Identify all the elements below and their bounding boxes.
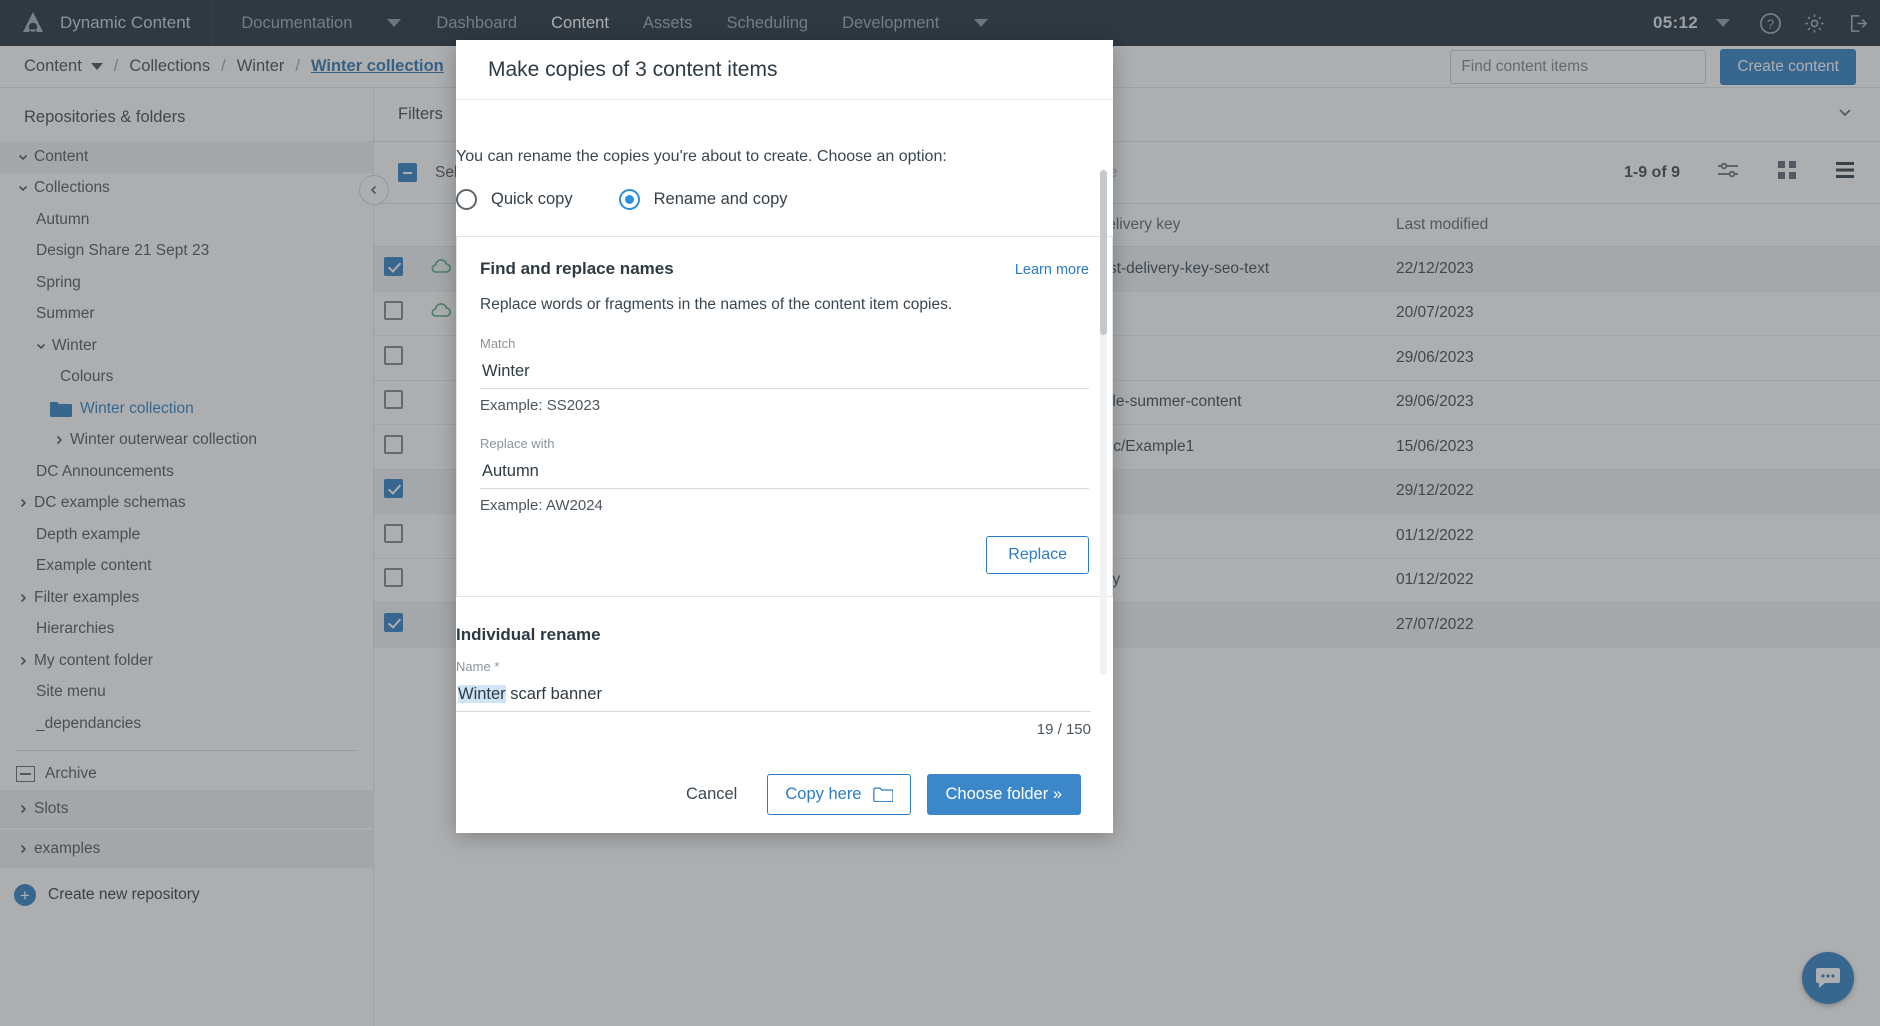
name-label-text-2: Name [456,752,491,755]
choose-folder-button[interactable]: Choose folder » [926,773,1081,815]
match-input[interactable]: Winter [480,358,1089,389]
name-label-text-1: Name [456,659,491,674]
make-copies-dialog: Make copies of 3 content items You can r… [456,40,1113,833]
match-help-text: Example: SS2023 [480,397,601,414]
copy-here-button[interactable]: Copy here [767,773,911,815]
match-field-group: Match Winter Example: SS2023 [480,336,1089,414]
learn-more-link[interactable]: Learn more [1015,262,1089,278]
find-replace-description: Replace words or fragments in the names … [480,296,953,313]
replace-button[interactable]: Replace [986,536,1089,574]
name-input-1[interactable]: Winter scarf banner [456,681,1091,712]
find-replace-title: Find and replace names [480,259,674,278]
dialog-scroll-region: You can rename the copies you're about t… [456,100,1113,755]
name-highlighted-part-1: Winter [458,685,506,703]
replace-with-label: Replace with [480,436,555,451]
radio-rename-and-copy-label[interactable]: Rename and copy [654,190,788,209]
char-counter-1: 19 / 150 [1036,721,1091,738]
required-marker-2: * [494,752,499,755]
individual-rename-list: Name * Winter scarf banner 19 / 150 Name… [456,659,1113,755]
app-root: Dynamic Content Documentation Dashboard … [0,0,1880,1026]
name-label-2: Name * [456,752,1091,755]
individual-name-field-1: Name * Winter scarf banner 19 / 150 [456,659,1091,738]
radio-rename-and-copy[interactable] [618,189,640,210]
radio-quick-copy[interactable] [456,189,477,210]
dialog-scrollbar-track[interactable] [1100,170,1107,675]
name-label-1: Name * [456,659,1091,674]
replace-field-group: Replace with Autumn Example: AW2024 [480,436,1089,514]
match-label: Match [480,336,516,351]
dialog-intro-text: You can rename the copies you're about t… [456,148,947,165]
dialog-scrollbar-thumb[interactable] [1100,170,1107,335]
individual-rename-title: Individual rename [456,625,601,644]
find-and-replace-panel: Find and replace names Learn more Replac… [456,236,1113,597]
radio-quick-copy-label[interactable]: Quick copy [491,190,573,209]
copy-here-label: Copy here [785,784,862,803]
dialog-header: Make copies of 3 content items [456,40,1113,100]
dialog-footer: Cancel Copy here Choose folder » [456,755,1113,833]
replace-with-input[interactable]: Autumn [480,458,1089,489]
replace-with-help-text: Example: AW2024 [480,497,603,514]
panel-header: Find and replace names Learn more [480,259,1089,279]
individual-name-field-2: Name * Winter hat banner 17 / 150 [456,752,1091,755]
folder-icon [872,787,893,802]
required-marker-1: * [494,659,500,674]
name-rest-part-1: scarf banner [505,685,602,703]
dialog-body: You can rename the copies you're about t… [456,100,1113,755]
dialog-title: Make copies of 3 content items [488,57,778,81]
cancel-button[interactable]: Cancel [672,775,751,814]
replace-button-row: Replace [480,536,1089,574]
copy-mode-radio-group: Quick copy Rename and copy [456,189,1113,210]
